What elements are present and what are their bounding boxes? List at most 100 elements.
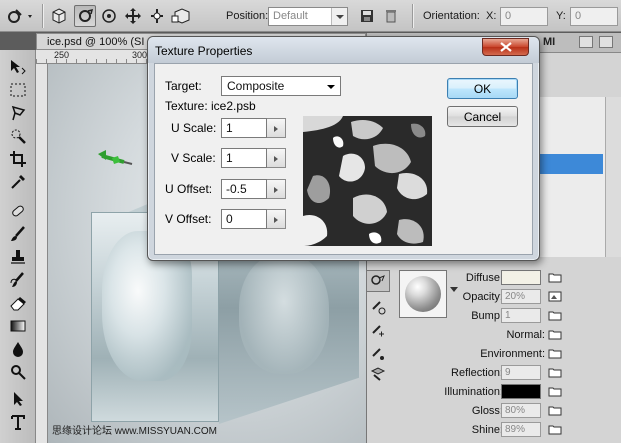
move-tool-icon[interactable] (6, 56, 30, 78)
document-tab-title: ice.psd @ 100% (SI (47, 36, 145, 48)
3d-scale-icon[interactable] (170, 5, 192, 27)
ruler-mark-250: 250 (54, 50, 70, 60)
u-offset-scrubber-icon[interactable] (267, 179, 286, 199)
bump-value[interactable]: 1 (501, 308, 541, 323)
lasso-tool-icon[interactable] (6, 102, 30, 124)
orientation-label: Orientation: (423, 10, 480, 22)
3d-rotate-icon[interactable] (74, 5, 96, 27)
diffuse-color-swatch[interactable] (501, 270, 541, 285)
dialog-titlebar[interactable]: Texture Properties (148, 37, 539, 63)
texture-thumbnail-icon[interactable] (548, 291, 562, 302)
target-select[interactable]: Composite (221, 76, 341, 96)
delete-position-icon[interactable] (380, 5, 402, 27)
reflection-label: Reflection: (451, 367, 503, 379)
orientation-y-input[interactable]: 0 (570, 7, 618, 26)
gloss-label: Gloss: (471, 405, 503, 417)
position-select[interactable]: Default (268, 7, 348, 26)
panel-collapse-icon[interactable] (579, 36, 593, 48)
clone-stamp-tool-icon[interactable] (6, 246, 30, 268)
environment-row: Environment: (405, 346, 575, 362)
illumination-color-swatch[interactable] (501, 384, 541, 399)
texture-preview (303, 116, 432, 246)
marquee-tool-icon[interactable] (6, 79, 30, 101)
u-scale-input[interactable]: 1 (221, 118, 267, 138)
folder-icon[interactable] (548, 405, 562, 416)
folder-icon[interactable] (548, 272, 562, 283)
quick-selection-tool-icon[interactable] (6, 125, 30, 147)
panel-close-icon[interactable] (599, 36, 613, 48)
dodge-tool-icon[interactable] (6, 361, 30, 383)
dialog-title: Texture Properties (155, 44, 253, 58)
crop-tool-icon[interactable] (6, 148, 30, 170)
save-position-icon[interactable] (356, 5, 378, 27)
y-label: Y: (556, 10, 566, 22)
material-drop-icon[interactable] (366, 363, 390, 385)
close-icon (499, 42, 512, 52)
bump-row: Bump: 1 (405, 308, 575, 324)
3d-pan-icon[interactable] (122, 5, 144, 27)
scene-list-scrollbar[interactable] (605, 97, 621, 257)
illumination-row: Illumination: (405, 384, 575, 400)
folder-icon[interactable] (548, 386, 562, 397)
options-bar: Position: Default Orientation: X: 0 Y: 0 (0, 0, 621, 32)
u-scale-scrubber-icon[interactable] (267, 118, 286, 138)
material-select-icon[interactable] (366, 270, 390, 292)
3d-roll-icon[interactable] (98, 5, 120, 27)
u-offset-input[interactable]: -0.5 (221, 179, 267, 199)
illumination-label: Illumination: (444, 386, 503, 398)
drag-texture-icon[interactable] (366, 320, 390, 342)
folder-icon[interactable] (548, 348, 562, 359)
watermark-text: 思缘设计论坛 www.MISSYUAN.COM (52, 426, 218, 437)
gloss-value[interactable]: 80% (501, 403, 541, 418)
reflection-value[interactable]: 9 (501, 365, 541, 380)
diffuse-label: Diffuse: (465, 272, 503, 284)
folder-icon[interactable] (548, 329, 562, 340)
v-scale-input[interactable]: 1 (221, 148, 267, 168)
opacity-value[interactable]: 20% (501, 289, 541, 304)
rotate-texture-icon[interactable] (366, 296, 390, 318)
opacity-label: Opacity: (462, 291, 503, 303)
folder-icon[interactable] (548, 424, 562, 435)
cancel-button[interactable]: Cancel (447, 106, 518, 127)
blur-tool-icon[interactable] (6, 338, 30, 360)
3d-mode-icon[interactable] (48, 5, 70, 27)
panel-tab-mi[interactable]: MI (543, 36, 555, 48)
v-scale-scrubber-icon[interactable] (267, 148, 286, 168)
v-scale-label: V Scale: (171, 151, 216, 165)
history-brush-tool-icon[interactable] (6, 269, 30, 291)
brush-tool-icon[interactable] (6, 223, 30, 245)
ok-button[interactable]: OK (447, 78, 518, 99)
target-label: Target: (165, 79, 202, 93)
chevron-down-icon (331, 8, 347, 25)
shine-value[interactable]: 89% (501, 422, 541, 437)
tool-preset-picker-icon[interactable] (4, 5, 38, 27)
path-selection-tool-icon[interactable] (6, 388, 30, 410)
diffuse-row: Diffuse: (405, 270, 575, 286)
gradient-tool-icon[interactable] (6, 315, 30, 337)
3d-slide-icon[interactable] (146, 5, 168, 27)
folder-icon[interactable] (548, 310, 562, 321)
texture-properties-dialog: Texture Properties Target: Composite Tex… (147, 36, 540, 261)
dialog-close-button[interactable] (482, 38, 529, 56)
healing-brush-tool-icon[interactable] (6, 200, 30, 222)
orientation-x-input[interactable]: 0 (500, 7, 548, 26)
position-select-value: Default (273, 10, 308, 22)
type-tool-icon[interactable] (6, 411, 30, 433)
eyedropper-tool-icon[interactable] (6, 171, 30, 193)
v-offset-label: V Offset: (165, 212, 212, 226)
normal-label: Normal: (506, 329, 545, 341)
ice-texture-image (303, 116, 432, 246)
paint-texture-icon[interactable] (366, 343, 390, 365)
chevron-down-icon (327, 85, 335, 89)
target-select-value: Composite (227, 79, 285, 93)
eraser-tool-icon[interactable] (6, 292, 30, 314)
position-label: Position: (226, 10, 269, 22)
ruler-mark-300: 300 (132, 50, 148, 60)
reflection-row: Reflection: 9 (405, 365, 575, 381)
x-label: X: (486, 10, 497, 22)
tools-panel (0, 50, 36, 443)
vertical-ruler (36, 64, 48, 443)
v-offset-input[interactable]: 0 (221, 209, 267, 229)
folder-icon[interactable] (548, 367, 562, 378)
v-offset-scrubber-icon[interactable] (267, 209, 286, 229)
